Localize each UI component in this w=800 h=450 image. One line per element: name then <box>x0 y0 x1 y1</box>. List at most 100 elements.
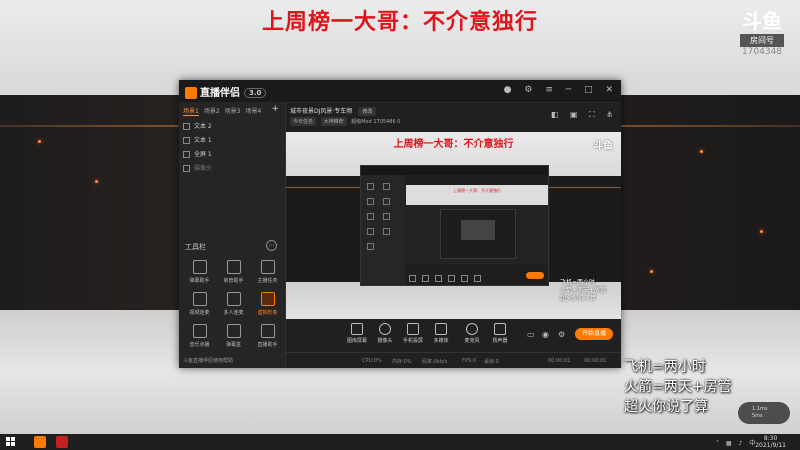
media-button[interactable]: 多媒体 <box>426 323 456 344</box>
scene-sidebar: 场景1 场景2 场景3 场景4 + 文本 2 文本 1 全屏 1 摄像头 工具栏 ⋯ … <box>179 102 286 368</box>
main-toolbar-icons: ◧ ▣ ⛶ ⋔ <box>542 110 613 120</box>
volume-icon[interactable]: ♪ <box>739 440 743 447</box>
phone-icon <box>407 323 419 335</box>
eye-icon[interactable] <box>183 165 190 172</box>
monitor-icon <box>351 323 363 335</box>
room-title: 城市夜景DJ风景·专车频 修改 <box>290 106 377 116</box>
version-badge[interactable]: 3.0 <box>244 88 267 98</box>
maximize-icon[interactable]: □ <box>584 85 593 95</box>
spark-decoration <box>95 180 98 183</box>
speaker-button[interactable]: 扬声器 <box>485 323 515 344</box>
microphone-icon <box>466 323 478 335</box>
lock-icon[interactable]: ▣ <box>570 110 578 119</box>
tool-virtual-avatar[interactable]: 虚拟形象 <box>251 292 284 316</box>
eye-icon[interactable] <box>183 123 190 130</box>
tool-room-admin[interactable]: 房管助手 <box>217 260 250 284</box>
nested-preview-inner <box>440 209 516 259</box>
gift-icon[interactable]: ◧ <box>551 110 559 119</box>
stream-preview[interactable]: 上周榜一大哥：不介意独行 斗鱼 上周榜一大哥：不介意独行 飞机=两小时 火箭=两… <box>286 132 621 319</box>
taskbar-app-live-companion-icon[interactable] <box>34 436 46 448</box>
eye-icon[interactable]: ◉ <box>542 330 549 339</box>
tool-danmu-box[interactable]: 弹幕盒 <box>217 324 250 348</box>
taskbar-clock[interactable]: 8:30 2021/9/11 <box>755 435 786 449</box>
minimize-icon[interactable]: ─ <box>566 85 571 95</box>
source-item[interactable]: 文本 2 <box>183 120 281 134</box>
share-icon[interactable]: ⋔ <box>606 110 613 119</box>
settings-icon[interactable]: ⚙ <box>524 85 532 95</box>
source-list: 文本 2 文本 1 全屏 1 摄像头 <box>183 120 281 176</box>
chip-task[interactable]: 今日任务 <box>290 117 317 126</box>
tool-music[interactable]: 音乐点播 <box>183 324 216 348</box>
camera-button[interactable]: 摄像头 <box>370 323 400 344</box>
microphone-button[interactable]: 麦克风 <box>457 323 487 344</box>
scene-tabs: 场景1 场景2 场景3 场景4 <box>183 106 266 116</box>
nested-preview: 上周榜一大哥：不介意独行 <box>360 165 549 286</box>
app-name: 直播伴侣 <box>200 88 240 99</box>
app-brand: 直播伴侣 3.0 <box>185 84 267 99</box>
camera-icon <box>379 323 391 335</box>
network-icon[interactable]: ▦ <box>726 440 732 447</box>
system-tray: ˄ ▦ ♪ 中 <box>716 438 760 447</box>
close-icon[interactable]: ✕ <box>605 85 613 95</box>
source-item[interactable]: 摄像头 <box>183 162 281 176</box>
douyu-watermark: 斗鱼 房间号 1704348 <box>740 10 784 57</box>
tool-anchor-task[interactable]: 主播任务 <box>251 260 284 284</box>
tool-icon <box>192 324 207 338</box>
nested-main: 上周榜一大哥：不介意独行 <box>406 175 548 285</box>
chip-mod: 超级Mod <box>351 119 372 125</box>
app-window: 直播伴侣 3.0 ● ⚙ ≡ ─ □ ✕ 场景1 场景2 场景3 场景4 + 文本 2 … <box>179 80 621 368</box>
add-scene-icon[interactable]: + <box>271 104 279 114</box>
tab-scene-2[interactable]: 场景2 <box>204 108 220 115</box>
avatar-icon[interactable]: ● <box>504 85 512 95</box>
tool-icon <box>260 292 275 306</box>
douyu-logo: 斗鱼 <box>742 9 782 33</box>
tool-icon <box>260 324 275 338</box>
tab-scene-3[interactable]: 场景3 <box>225 108 241 115</box>
start-live-button[interactable]: 开始直播 <box>575 328 613 340</box>
tool-live-assistant[interactable]: 直播助手 <box>251 324 284 348</box>
source-item[interactable]: 全屏 1 <box>183 148 281 162</box>
chip-recommend[interactable]: 大神推荐 <box>320 117 347 126</box>
chat-line: 飞机=两小时 <box>624 359 706 375</box>
menu-icon[interactable]: ≡ <box>545 85 553 95</box>
settings-icon[interactable]: ⚙ <box>558 330 565 339</box>
app-titlebar: 直播伴侣 3.0 ● ⚙ ≡ ─ □ ✕ <box>179 80 621 103</box>
tools-more-icon[interactable]: ⋯ <box>266 240 277 251</box>
phone-cast-button[interactable]: 手机投屏 <box>398 323 428 344</box>
spark-decoration <box>760 230 763 233</box>
room-number: 1704348 <box>741 47 783 57</box>
fullscreen-icon[interactable]: ⛶ <box>589 110 595 119</box>
preview-title: 上周榜一大哥：不介意独行 <box>393 139 514 150</box>
latency-bubble: 1.1ms 5ms <box>738 402 790 424</box>
source-item[interactable]: 文本 1 <box>183 134 281 148</box>
main-panel: 城市夜景DJ风景·专车频 修改 今日任务 大神推荐 超级Mod 1705486 0… <box>286 102 621 368</box>
stream-title: 上周榜一大哥：不介意独行 <box>261 10 538 35</box>
eye-icon[interactable] <box>183 151 190 158</box>
tool-icon <box>260 260 275 274</box>
edit-room-button[interactable]: 修改 <box>358 107 377 116</box>
nested-titlebar <box>361 166 548 175</box>
tool-danmu-assistant[interactable]: 弹幕助手 <box>183 260 216 284</box>
tool-video-link[interactable]: 视频连麦 <box>183 292 216 316</box>
spark-decoration <box>38 140 41 143</box>
record-icon[interactable]: ▭ <box>527 330 535 339</box>
taskbar-app-douyu-icon[interactable] <box>56 436 68 448</box>
room-label: 房间号 <box>740 34 784 47</box>
help-link[interactable]: 斗鱼直播伴侣使用帮助 <box>183 357 233 364</box>
eye-icon[interactable] <box>183 137 190 144</box>
speaker-icon <box>494 323 506 335</box>
chip-hot: 0 <box>397 119 401 125</box>
tool-multi-link[interactable]: 多人连麦 <box>217 292 250 316</box>
window-controls: ● ⚙ ≡ ─ □ ✕ <box>494 85 613 95</box>
chat-line: 火箭=两天+房管 <box>624 379 732 395</box>
tab-scene-4[interactable]: 场景4 <box>245 108 261 115</box>
tool-icon <box>192 260 207 274</box>
windows-start-icon[interactable] <box>6 437 16 447</box>
tab-scene-1[interactable]: 场景1 <box>183 108 199 116</box>
room-chips: 今日任务 大神推荐 超级Mod 1705486 0 <box>290 117 400 126</box>
screen-capture-button[interactable]: 图库屏幕 <box>342 323 372 344</box>
status-bar: CPU:0% 内存:0% 码率:0kb/s FPS:0 丢帧:0 00:00:0… <box>286 352 621 369</box>
chat-line: 超火你说了算 <box>624 399 708 415</box>
tool-icon <box>226 260 241 274</box>
tray-up-icon[interactable]: ˄ <box>716 440 719 447</box>
